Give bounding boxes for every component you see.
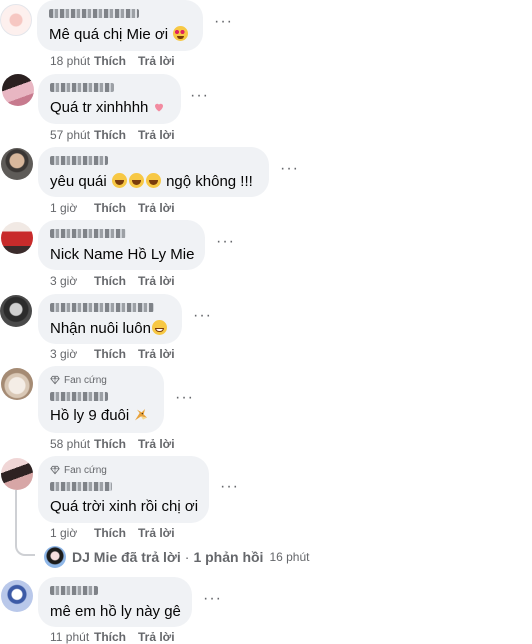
reply-button[interactable]: Trả lời [138,201,175,215]
like-button[interactable]: Thích [94,274,138,288]
reply-button[interactable]: Trả lời [138,128,175,142]
comment-text: Quá tr xinhhhh [50,99,149,116]
more-options-icon[interactable]: ··· [214,14,233,30]
comment-bubble: Fan cứng Quá trời xinh rồi chị ơi [38,456,209,523]
reply-button[interactable]: Trả lời [138,526,175,540]
avatar[interactable] [0,295,32,327]
comment-bubble: yêu quái ngộ không !!! [38,147,269,197]
view-replies-link[interactable]: DJ Mie đã trả lời · 1 phản hồi 16 phút [44,546,309,568]
diamond-badge-icon [50,465,60,475]
avatar[interactable] [1,368,33,400]
author-name-blurred[interactable] [50,156,108,165]
like-button[interactable]: Thích [94,630,138,644]
comment-text: Hồ ly 9 đuôi [50,407,130,424]
comment-time[interactable]: 1 giờ [50,526,94,540]
comment-text: yêu quái [50,173,107,190]
reply-count[interactable]: 1 phản hồi [193,549,263,565]
more-options-icon[interactable]: ··· [175,390,194,406]
comment-bubble: Nick Name Hồ Ly Mie [38,220,205,270]
comment-text: Quá trời xinh rồi chị ơi [50,498,199,515]
comment-text: Nhận nuôi luôn [50,320,151,337]
reply-button[interactable]: Trả lời [138,54,175,68]
top-fan-badge: Fan cứng [64,374,107,386]
like-button[interactable]: Thích [94,128,138,142]
comment-bubble: Quá tr xinhhhh [38,74,181,124]
reply-button[interactable]: Trả lời [138,274,175,288]
top-fan-badge: Fan cứng [64,464,107,476]
comment-text: Mê quá chị Mie ơi [49,26,169,43]
reply-button[interactable]: Trả lời [138,437,175,451]
avatar[interactable] [1,222,33,254]
separator-dot: · [184,549,190,565]
comment-time[interactable]: 57 phút [50,128,94,142]
author-name-blurred[interactable] [50,229,126,238]
fox-emoji-icon [135,409,148,421]
more-options-icon[interactable]: ··· [220,479,239,495]
comment-time[interactable]: 18 phút [50,54,94,68]
heart-icon [154,103,163,112]
replier-avatar [44,546,66,568]
reply-button[interactable]: Trả lời [138,630,175,644]
laughing-emoji-icon [145,173,161,188]
author-name-blurred[interactable] [50,83,114,92]
author-name-blurred[interactable] [50,482,112,491]
like-button[interactable]: Thích [94,437,138,451]
author-name-blurred[interactable] [50,586,98,595]
comment-time[interactable]: 1 giờ [50,201,94,215]
author-name-blurred[interactable] [50,392,108,401]
laughing-emoji-icon [111,173,127,188]
like-button[interactable]: Thích [94,201,138,215]
more-options-icon[interactable]: ··· [280,161,299,177]
replier-name[interactable]: DJ Mie đã trả lời [72,549,181,565]
author-name-blurred[interactable] [50,303,154,312]
more-options-icon[interactable]: ··· [216,234,235,250]
comment-time[interactable]: 3 giờ [50,274,94,288]
comment-bubble: mê em hồ ly này gê [38,577,192,627]
more-options-icon[interactable]: ··· [193,308,212,324]
avatar[interactable] [1,458,33,490]
comment-text: mê em hồ ly này gê [50,603,181,620]
comment-time[interactable]: 3 giờ [50,347,94,361]
reply-age: 16 phút [269,550,310,564]
comment-text-continued: ngộ không !!! [166,173,253,190]
comment-time[interactable]: 11 phút [50,630,94,644]
grinning-emoji-icon [151,320,167,335]
avatar[interactable] [1,580,33,612]
comment-bubble: Mê quá chị Mie ơi [37,0,203,51]
more-options-icon[interactable]: ··· [190,88,209,104]
comment-bubble: Fan cứng Hồ ly 9 đuôi [38,366,164,433]
author-name-blurred[interactable] [49,9,139,18]
comment-text: Nick Name Hồ Ly Mie [50,246,195,263]
comment-time[interactable]: 58 phút [50,437,94,451]
diamond-badge-icon [50,375,60,385]
reply-thread-line [15,490,35,556]
like-button[interactable]: Thích [94,347,138,361]
more-options-icon[interactable]: ··· [203,591,222,607]
avatar[interactable] [2,74,34,106]
avatar[interactable] [0,4,32,36]
reply-button[interactable]: Trả lời [138,347,175,361]
comment-bubble: Nhận nuôi luôn [38,294,182,344]
laughing-emoji-icon [128,173,144,188]
avatar[interactable] [1,148,33,180]
heart-eyes-emoji-icon [173,26,189,41]
like-button[interactable]: Thích [94,54,138,68]
like-button[interactable]: Thích [94,526,138,540]
